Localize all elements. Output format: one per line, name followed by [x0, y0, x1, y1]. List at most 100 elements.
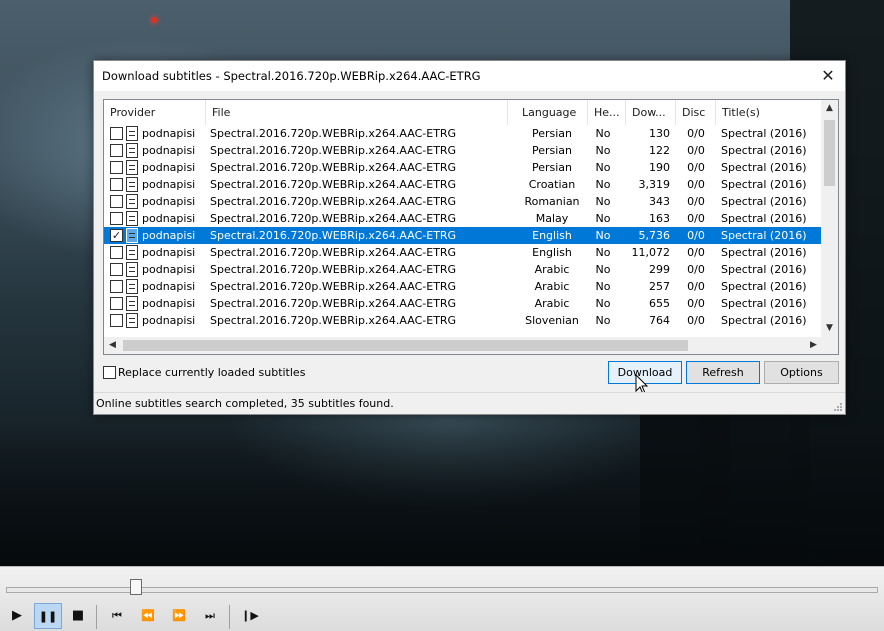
checkbox-icon[interactable] [103, 366, 116, 379]
dialog-title: Download subtitles - Spectral.2016.720p.… [102, 69, 481, 83]
close-icon[interactable]: ✕ [811, 61, 845, 91]
options-button[interactable]: Options [764, 361, 839, 384]
title-cell: Spectral (2016) [721, 195, 807, 208]
checkbox-checked-icon[interactable]: ✓ [110, 229, 123, 242]
status-text: Online subtitles search completed, 35 su… [96, 397, 394, 410]
vertical-scrollbar[interactable]: ▲ ▼ [821, 100, 838, 337]
play-icon[interactable]: ▶ [3, 603, 31, 629]
scroll-up-icon[interactable]: ▲ [821, 100, 838, 117]
downloads-cell: 655 [649, 297, 670, 310]
refresh-button[interactable]: Refresh [686, 361, 760, 384]
disc-cell: 0/0 [687, 161, 705, 174]
hearing-impaired-cell: No [595, 144, 611, 157]
language-cell: Arabic [534, 297, 570, 310]
document-icon [126, 211, 138, 226]
checkbox-icon[interactable] [110, 314, 123, 327]
hearing-impaired-cell: No [595, 161, 611, 174]
table-row[interactable]: ✓ podnapisi Spectral.2016.720p.WEBRip.x264… [104, 227, 822, 244]
scroll-down-icon[interactable]: ▼ [821, 320, 838, 337]
checkbox-icon[interactable] [110, 127, 123, 140]
document-icon [126, 296, 138, 311]
table-row[interactable]: podnapisi Spectral.2016.720p.WEBRip.x264.… [104, 159, 822, 176]
frame-step-icon[interactable]: ❙▶ [236, 603, 264, 629]
column-header-provider[interactable]: Provider [104, 100, 206, 125]
table-row[interactable]: podnapisi Spectral.2016.720p.WEBRip.x264.… [104, 295, 822, 312]
pause-icon[interactable]: ❚❚ [34, 603, 62, 629]
document-icon [126, 228, 138, 243]
file-cell: Spectral.2016.720p.WEBRip.x264.AAC-ETRG [210, 144, 457, 157]
column-header-language[interactable]: Language [508, 100, 588, 125]
checkbox-icon[interactable] [110, 212, 123, 225]
downloads-cell: 257 [649, 280, 670, 293]
table-row[interactable]: podnapisi Spectral.2016.720p.WEBRip.x264.… [104, 244, 822, 261]
checkbox-icon[interactable] [110, 178, 123, 191]
previous-icon[interactable]: ⏮ [103, 603, 131, 629]
column-header-titles[interactable]: Title(s) [716, 100, 822, 125]
title-cell: Spectral (2016) [721, 229, 807, 242]
status-bar: Online subtitles search completed, 35 su… [94, 392, 845, 414]
scroll-left-icon[interactable]: ◀ [104, 337, 121, 354]
table-row[interactable]: podnapisi Spectral.2016.720p.WEBRip.x264.… [104, 193, 822, 210]
checkbox-icon[interactable] [110, 246, 123, 259]
checkbox-icon[interactable] [110, 195, 123, 208]
file-cell: Spectral.2016.720p.WEBRip.x264.AAC-ETRG [210, 161, 457, 174]
stop-icon[interactable]: ■ [64, 603, 92, 629]
hearing-impaired-cell: No [595, 195, 611, 208]
checkbox-icon[interactable] [110, 161, 123, 174]
file-cell: Spectral.2016.720p.WEBRip.x264.AAC-ETRG [210, 246, 457, 259]
checkbox-icon[interactable] [110, 144, 123, 157]
disc-cell: 0/0 [687, 314, 705, 327]
downloads-cell: 299 [649, 263, 670, 276]
table-row[interactable]: podnapisi Spectral.2016.720p.WEBRip.x264.… [104, 125, 822, 142]
file-cell: Spectral.2016.720p.WEBRip.x264.AAC-ETRG [210, 263, 457, 276]
downloads-cell: 5,736 [638, 229, 671, 242]
scroll-corner [821, 337, 838, 354]
table-row[interactable]: podnapisi Spectral.2016.720p.WEBRip.x264.… [104, 210, 822, 227]
scroll-right-icon[interactable]: ▶ [805, 337, 822, 354]
language-cell: Arabic [534, 263, 570, 276]
hearing-impaired-cell: No [595, 178, 611, 191]
separator [96, 605, 97, 629]
horizontal-scrollbar[interactable]: ◀ ▶ [104, 337, 822, 354]
file-cell: Spectral.2016.720p.WEBRip.x264.AAC-ETRG [210, 314, 457, 327]
disc-cell: 0/0 [687, 263, 705, 276]
title-cell: Spectral (2016) [721, 144, 807, 157]
language-cell: English [532, 246, 572, 259]
language-cell: Arabic [534, 280, 570, 293]
disc-cell: 0/0 [687, 246, 705, 259]
disc-cell: 0/0 [687, 280, 705, 293]
next-icon[interactable]: ⏭ [196, 603, 224, 629]
title-cell: Spectral (2016) [721, 314, 807, 327]
provider-cell: podnapisi [142, 314, 196, 327]
checkbox-icon[interactable] [110, 280, 123, 293]
player-controls: ▶ ❚❚ ■ ⏮ ⏪ ⏩ ⏭ ❙▶ [0, 566, 884, 631]
title-cell: Spectral (2016) [721, 212, 807, 225]
rewind-icon[interactable]: ⏪ [134, 603, 162, 629]
subtitles-list[interactable]: Provider File Language He... Dow... Disc… [103, 99, 839, 355]
checkbox-icon[interactable] [110, 263, 123, 276]
checkbox-icon[interactable] [110, 297, 123, 310]
column-header-disc[interactable]: Disc [676, 100, 716, 125]
provider-cell: podnapisi [142, 195, 196, 208]
scroll-thumb[interactable] [123, 340, 688, 351]
column-header-hearing-impaired[interactable]: He... [588, 100, 626, 125]
table-row[interactable]: podnapisi Spectral.2016.720p.WEBRip.x264.… [104, 176, 822, 193]
fast-forward-icon[interactable]: ⏩ [165, 603, 193, 629]
table-row[interactable]: podnapisi Spectral.2016.720p.WEBRip.x264.… [104, 278, 822, 295]
resize-grip-icon[interactable] [833, 402, 843, 412]
provider-cell: podnapisi [142, 246, 196, 259]
table-row[interactable]: podnapisi Spectral.2016.720p.WEBRip.x264.… [104, 261, 822, 278]
separator [229, 605, 230, 629]
provider-cell: podnapisi [142, 263, 196, 276]
seek-thumb[interactable] [130, 579, 142, 595]
column-header-downloads[interactable]: Dow... [626, 100, 676, 125]
table-row[interactable]: podnapisi Spectral.2016.720p.WEBRip.x264.… [104, 142, 822, 159]
column-header-file[interactable]: File [206, 100, 508, 125]
table-row[interactable]: podnapisi Spectral.2016.720p.WEBRip.x264.… [104, 312, 822, 329]
file-cell: Spectral.2016.720p.WEBRip.x264.AAC-ETRG [210, 229, 457, 242]
document-icon [126, 143, 138, 158]
file-cell: Spectral.2016.720p.WEBRip.x264.AAC-ETRG [210, 195, 457, 208]
document-icon [126, 262, 138, 277]
language-cell: Malay [535, 212, 569, 225]
scroll-thumb[interactable] [824, 120, 835, 186]
